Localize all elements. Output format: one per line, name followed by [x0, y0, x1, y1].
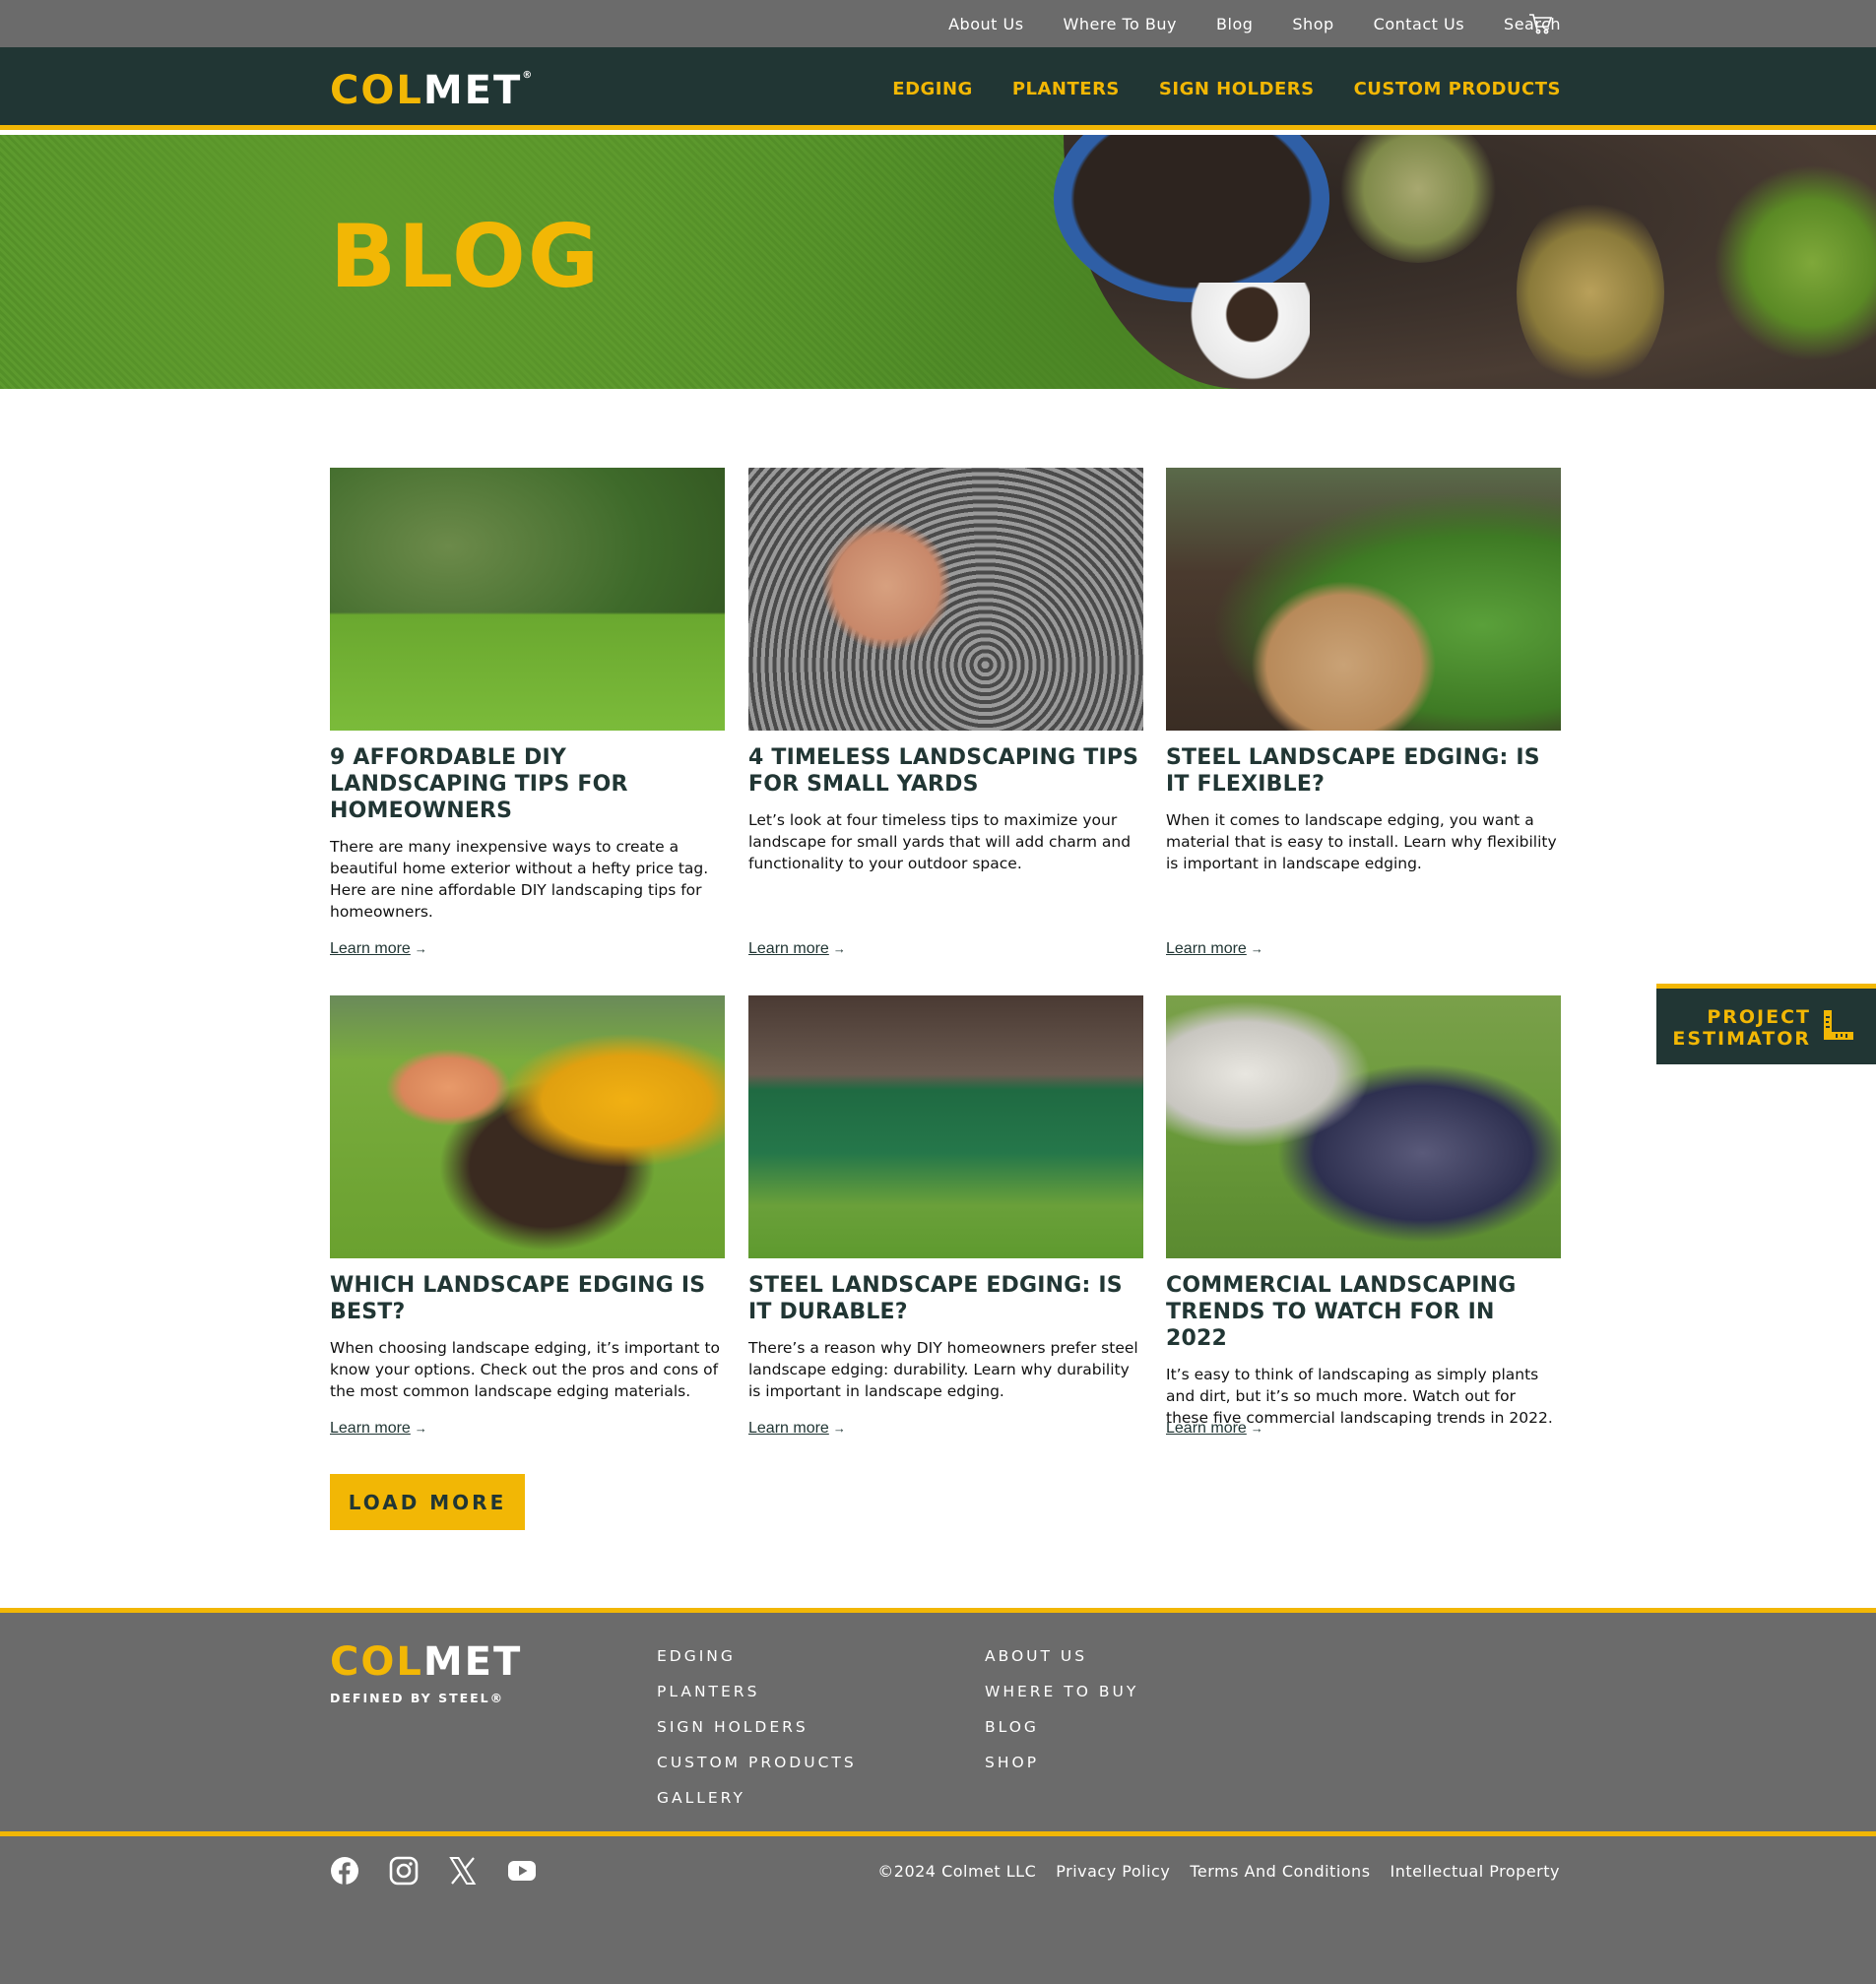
footer-link-sign-holders[interactable]: SIGN HOLDERS	[657, 1718, 857, 1737]
arrow-right-icon: →	[414, 1421, 427, 1436]
footer-logo-col-text: COL	[330, 1639, 423, 1685]
site-footer: COLMET DEFINED BY STEEL® EDGING PLANTERS…	[0, 1608, 1876, 1984]
footer-link-about-us[interactable]: ABOUT US	[985, 1647, 1138, 1666]
learn-more-link[interactable]: Learn more →	[330, 1420, 427, 1438]
nav-sign-holders[interactable]: SIGN HOLDERS	[1159, 79, 1315, 99]
privacy-policy-link[interactable]: Privacy Policy	[1056, 1862, 1170, 1881]
blog-card-title[interactable]: Commercial Landscaping Trends To Watch F…	[1166, 1272, 1561, 1352]
learn-more-text: Learn more	[748, 940, 829, 957]
blog-card-description: There’s a reason why DIY homeowners pref…	[748, 1339, 1138, 1400]
footer-link-planters[interactable]: PLANTERS	[657, 1683, 857, 1701]
learn-more-link[interactable]: Learn more →	[748, 940, 846, 958]
utility-bar: About Us Where To Buy Blog Shop Contact …	[0, 0, 1876, 47]
footer-logo-met-text: MET	[422, 1639, 523, 1685]
footer-link-custom-products[interactable]: CUSTOM PRODUCTS	[657, 1754, 857, 1772]
main-header: COLMET® EDGING PLANTERS SIGN HOLDERS CUS…	[0, 47, 1876, 130]
blog-card-title[interactable]: 9 Affordable DIY Landscaping Tips For Ho…	[330, 744, 725, 824]
load-more-button[interactable]: LOAD MORE	[330, 1474, 525, 1530]
hero-ornamental-grass	[1517, 194, 1664, 389]
footer-link-blog[interactable]: BLOG	[985, 1718, 1138, 1737]
instagram-icon[interactable]	[389, 1856, 419, 1886]
colmet-logo[interactable]: COLMET®	[330, 68, 535, 113]
util-link-blog[interactable]: Blog	[1216, 15, 1253, 33]
estimator-label: PROJECT ESTIMATOR	[1672, 1006, 1811, 1050]
footer-link-shop[interactable]: SHOP	[985, 1754, 1138, 1772]
util-link-where-to-buy[interactable]: Where To Buy	[1064, 15, 1177, 33]
page-title: BLOG	[330, 206, 602, 307]
legal-links: ©2024 Colmet LLC Privacy Policy Terms An…	[877, 1862, 1560, 1881]
nav-planters[interactable]: PLANTERS	[1012, 79, 1120, 99]
utility-nav: About Us Where To Buy Blog Shop Contact …	[948, 0, 1561, 47]
nav-edging[interactable]: EDGING	[892, 79, 973, 99]
blog-card-image[interactable]	[1166, 468, 1561, 731]
blog-card-image[interactable]	[330, 468, 725, 731]
hero-gardener	[1182, 283, 1310, 389]
blog-card: 9 Affordable DIY Landscaping Tips For Ho…	[330, 468, 725, 965]
social-links	[330, 1856, 537, 1886]
footer-products-nav: EDGING PLANTERS SIGN HOLDERS CUSTOM PROD…	[657, 1647, 857, 1808]
estimator-label-line1: PROJECT	[1707, 1006, 1811, 1028]
blog-card: Steel Landscape Edging: Is It Flexible? …	[1166, 468, 1561, 965]
intellectual-property-link[interactable]: Intellectual Property	[1391, 1862, 1560, 1881]
ruler-icon	[1824, 1010, 1853, 1040]
learn-more-link[interactable]: Learn more →	[748, 1420, 846, 1438]
blog-card-title[interactable]: 4 Timeless Landscaping Tips For Small Ya…	[748, 744, 1143, 798]
blog-card-title[interactable]: Steel Landscape Edging: Is It Flexible?	[1166, 744, 1561, 798]
blog-card-description: Let’s look at four timeless tips to maxi…	[748, 811, 1132, 872]
facebook-icon[interactable]	[330, 1856, 359, 1886]
arrow-right-icon: →	[1250, 941, 1263, 956]
logo-registered-mark: ®	[522, 70, 535, 81]
blog-card: Commercial Landscaping Trends To Watch F…	[1166, 995, 1561, 1468]
logo-met-text: MET	[422, 68, 523, 113]
footer-link-gallery[interactable]: GALLERY	[657, 1789, 857, 1808]
blog-card-description: When it comes to landscape edging, you w…	[1166, 811, 1557, 872]
cart-icon[interactable]	[1528, 13, 1552, 34]
util-link-contact-us[interactable]: Contact Us	[1374, 15, 1464, 33]
learn-more-text: Learn more	[1166, 940, 1247, 957]
learn-more-link[interactable]: Learn more →	[1166, 1420, 1263, 1438]
footer-tagline: DEFINED BY STEEL®	[330, 1691, 505, 1705]
learn-more-link[interactable]: Learn more →	[330, 940, 427, 958]
blog-card-title[interactable]: Which Landscape Edging Is Best?	[330, 1272, 725, 1325]
arrow-right-icon: →	[832, 941, 846, 956]
blog-card: Steel Landscape Edging: Is It Durable? T…	[748, 995, 1143, 1468]
blog-card-image[interactable]	[748, 468, 1143, 731]
learn-more-text: Learn more	[1166, 1420, 1247, 1437]
blog-card-image[interactable]	[330, 995, 725, 1258]
blog-card-title[interactable]: Steel Landscape Edging: Is It Durable?	[748, 1272, 1143, 1325]
learn-more-link[interactable]: Learn more →	[1166, 940, 1263, 958]
blog-card-description: When choosing landscape edging, it’s imp…	[330, 1339, 720, 1400]
blog-card-image[interactable]	[748, 995, 1143, 1258]
hero-banner: BLOG	[0, 135, 1876, 389]
learn-more-text: Learn more	[330, 1420, 411, 1437]
x-icon[interactable]	[448, 1856, 478, 1886]
blog-card-image[interactable]	[1166, 995, 1561, 1258]
youtube-icon[interactable]	[507, 1856, 537, 1886]
project-estimator-button[interactable]: PROJECT ESTIMATOR	[1656, 984, 1876, 1064]
nav-custom-products[interactable]: CUSTOM PRODUCTS	[1354, 79, 1561, 99]
blog-card-description: There are many inexpensive ways to creat…	[330, 838, 709, 921]
arrow-right-icon: →	[414, 941, 427, 956]
arrow-right-icon: →	[832, 1421, 846, 1436]
learn-more-text: Learn more	[330, 940, 411, 957]
copyright-text: ©2024 Colmet LLC	[877, 1862, 1037, 1881]
arrow-right-icon: →	[1250, 1421, 1263, 1436]
estimator-label-line2: ESTIMATOR	[1672, 1028, 1811, 1050]
blog-card: 4 Timeless Landscaping Tips For Small Ya…	[748, 468, 1143, 965]
footer-link-where-to-buy[interactable]: WHERE TO BUY	[985, 1683, 1138, 1701]
util-link-shop[interactable]: Shop	[1292, 15, 1333, 33]
main-nav: EDGING PLANTERS SIGN HOLDERS CUSTOM PROD…	[892, 47, 1561, 130]
footer-logo[interactable]: COLMET	[330, 1642, 522, 1682]
footer-link-edging[interactable]: EDGING	[657, 1647, 857, 1666]
footer-company-nav: ABOUT US WHERE TO BUY BLOG SHOP	[985, 1647, 1138, 1772]
logo-col-text: COL	[330, 68, 423, 113]
footer-divider	[0, 1831, 1876, 1836]
terms-link[interactable]: Terms And Conditions	[1190, 1862, 1370, 1881]
blog-card: Which Landscape Edging Is Best? When cho…	[330, 995, 725, 1468]
util-link-about-us[interactable]: About Us	[948, 15, 1023, 33]
learn-more-text: Learn more	[748, 1420, 829, 1437]
